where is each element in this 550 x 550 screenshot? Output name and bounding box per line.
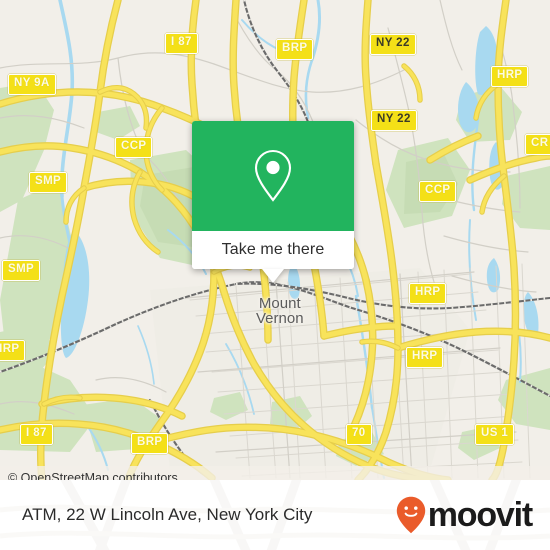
road-shield-hrp-lowright[interactable]: HRP xyxy=(406,347,444,368)
road-shield-ny22-second[interactable]: NY 22 xyxy=(371,110,417,131)
road-shield-hrp-leftedge[interactable]: HRP xyxy=(0,340,26,361)
road-shield-ccp-left[interactable]: CCP xyxy=(115,137,153,158)
location-title: ATM, 22 W Lincoln Ave, New York City xyxy=(22,505,313,524)
road-shield-smp-lower[interactable]: SMP xyxy=(2,260,41,281)
road-shield-i87-top[interactable]: I 87 xyxy=(165,33,198,54)
moovit-wordmark: moovit xyxy=(427,496,533,534)
road-shield-ny22-top[interactable]: NY 22 xyxy=(370,34,416,55)
map-attribution[interactable]: © OpenStreetMap contributors xyxy=(0,466,550,480)
moovit-logo[interactable]: moovit xyxy=(396,496,533,534)
map-popup[interactable]: Take me there xyxy=(192,121,354,283)
road-shield-us1[interactable]: US 1 xyxy=(475,424,515,445)
road-shield-brp-bottom[interactable]: BRP xyxy=(131,433,169,454)
road-shield-smp-upper[interactable]: SMP xyxy=(29,172,68,193)
road-shield-hrp-topright[interactable]: HRP xyxy=(491,66,529,87)
road-shield-hrp-midright[interactable]: HRP xyxy=(409,283,447,304)
popup-header xyxy=(192,121,354,231)
map-screenshot-root: .bg{fill:#F2EFE9} .park{fill:#CFE3BE} .p… xyxy=(0,0,550,550)
map-label-line2: Vernon xyxy=(256,310,304,327)
take-me-there-button[interactable]: Take me there xyxy=(192,231,354,269)
road-shield-i87-bottom[interactable]: I 87 xyxy=(20,424,53,445)
map-pin-icon xyxy=(254,149,292,202)
popup-card[interactable]: Take me there xyxy=(192,121,354,269)
map-label-line1: Mount xyxy=(258,295,301,312)
road-shield-ny9a-left[interactable]: NY 9A xyxy=(8,74,56,95)
road-shield-ccp-right[interactable]: CCP xyxy=(419,181,457,202)
popup-tail xyxy=(262,269,284,283)
map-label-mount-vernon: Mount Vernon xyxy=(256,296,304,326)
road-shield-cr-right[interactable]: CR xyxy=(525,134,550,155)
moovit-smiley-pin-icon xyxy=(396,496,425,534)
road-shield-brp-top[interactable]: BRP xyxy=(276,39,314,60)
footer-bar: ATM, 22 W Lincoln Ave, New York City moo… xyxy=(0,480,550,550)
map-canvas[interactable]: .bg{fill:#F2EFE9} .park{fill:#CFE3BE} .p… xyxy=(0,0,550,480)
road-shield-route-70[interactable]: 70 xyxy=(346,424,372,445)
